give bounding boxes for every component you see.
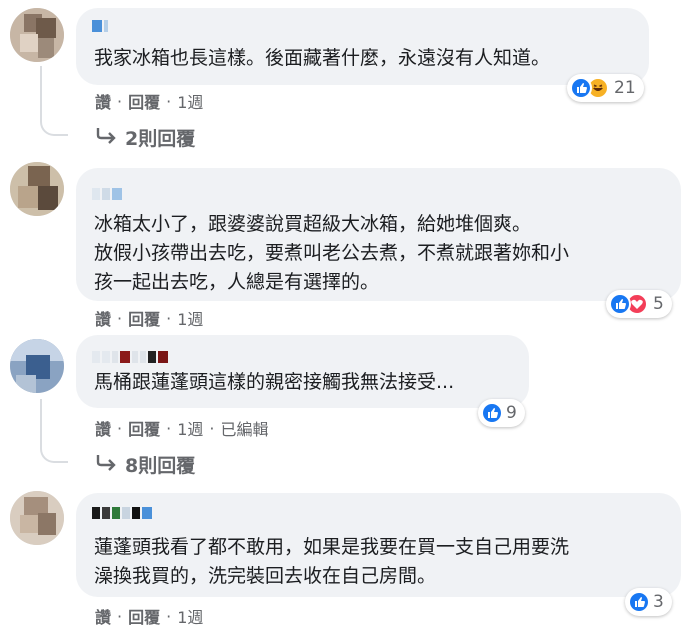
comment-actions: 讚 · 回覆 · 1週 · 已編輯 [95,416,269,440]
timestamp[interactable]: 1週 [177,416,203,440]
timestamp[interactable]: 1週 [177,604,203,628]
thread-connector [40,66,68,136]
reaction-count: 9 [506,403,517,423]
like-button[interactable]: 讚 [95,416,111,440]
comment-text: 冰箱太小了，跟婆婆說買超級大冰箱，給她堆個爽。 放假小孩帶出去吃，要煮叫老公去煮… [94,213,570,293]
replies-label: 2則回覆 [125,128,196,150]
reaction-summary[interactable]: 3 [625,588,672,616]
separator: · [117,91,123,111]
comment-actions: 讚 · 回覆 · 1週 [95,306,203,330]
comment-bubble[interactable]: 我家冰箱也長這樣。後面藏著什麼，永遠沒有人知道。 [76,8,649,85]
reaction-count: 5 [653,294,664,314]
like-icon [609,293,631,315]
commenter-name-redacted[interactable] [92,188,122,202]
reaction-count: 21 [614,78,636,98]
reply-arrow-icon [95,126,117,149]
separator: · [166,91,172,111]
reaction-summary[interactable]: 5 [606,290,672,318]
avatar[interactable] [10,162,64,216]
replies-label: 8則回覆 [125,455,196,477]
timestamp[interactable]: 1週 [177,89,203,113]
like-button[interactable]: 讚 [95,604,111,628]
view-replies-button[interactable]: 2則回覆 [95,124,195,151]
separator: · [117,606,123,626]
comment-bubble[interactable]: 冰箱太小了，跟婆婆說買超級大冰箱，給她堆個爽。 放假小孩帶出去吃，要煮叫老公去煮… [76,168,681,301]
reply-arrow-icon [95,453,117,476]
reply-button[interactable]: 回覆 [128,604,160,628]
avatar[interactable] [10,491,64,545]
reply-button[interactable]: 回覆 [128,89,160,113]
separator: · [209,418,215,438]
thread-connector [40,399,68,463]
comment-bubble[interactable]: 蓮蓬頭我看了都不敢用，如果是我要在買一支自己用要洗 澡換我買的，洗完裝回去收在自… [76,493,681,597]
separator: · [166,308,172,328]
comment-text: 我家冰箱也長這樣。後面藏著什麼，永遠沒有人知道。 [94,47,551,69]
commenter-name-redacted[interactable] [92,351,168,365]
comment-3: 馬桶跟蓮蓬頭這樣的親密接觸我無法接受... 9 讚 · 回覆 · 1週 · 已編… [0,335,695,485]
comment-text: 蓮蓬頭我看了都不敢用，如果是我要在買一支自己用要洗 澡換我買的，洗完裝回去收在自… [94,536,570,587]
edited-label[interactable]: 已編輯 [221,416,269,440]
comment-2: 冰箱太小了，跟婆婆說買超級大冰箱，給她堆個爽。 放假小孩帶出去吃，要煮叫老公去煮… [0,160,695,335]
commenter-name-redacted[interactable] [92,507,152,521]
comment-actions: 讚 · 回覆 · 1週 [95,89,203,113]
timestamp[interactable]: 1週 [177,306,203,330]
like-icon [570,77,592,99]
separator: · [166,606,172,626]
reaction-count: 3 [653,592,664,612]
reply-button[interactable]: 回覆 [128,416,160,440]
comment-4: 蓮蓬頭我看了都不敢用，如果是我要在買一支自己用要洗 澡換我買的，洗完裝回去收在自… [0,485,695,632]
reaction-summary[interactable]: 9 [478,399,525,427]
avatar[interactable] [10,8,64,62]
avatar[interactable] [10,339,64,393]
separator: · [117,418,123,438]
comment-text: 馬桶跟蓮蓬頭這樣的親密接觸我無法接受... [94,371,455,393]
separator: · [117,308,123,328]
view-replies-button[interactable]: 8則回覆 [95,451,195,478]
commenter-name-redacted[interactable] [92,20,108,34]
like-icon [628,591,650,613]
reply-button[interactable]: 回覆 [128,306,160,330]
like-button[interactable]: 讚 [95,89,111,113]
like-button[interactable]: 讚 [95,306,111,330]
comment-actions: 讚 · 回覆 · 1週 [95,604,203,628]
like-icon [481,402,503,424]
separator: · [166,418,172,438]
comment-1: 我家冰箱也長這樣。後面藏著什麼，永遠沒有人知道。 21 讚 · 回覆 · 1週 … [0,0,695,160]
reaction-summary[interactable]: 21 [567,74,644,102]
comment-bubble[interactable]: 馬桶跟蓮蓬頭這樣的親密接觸我無法接受... [76,335,529,408]
